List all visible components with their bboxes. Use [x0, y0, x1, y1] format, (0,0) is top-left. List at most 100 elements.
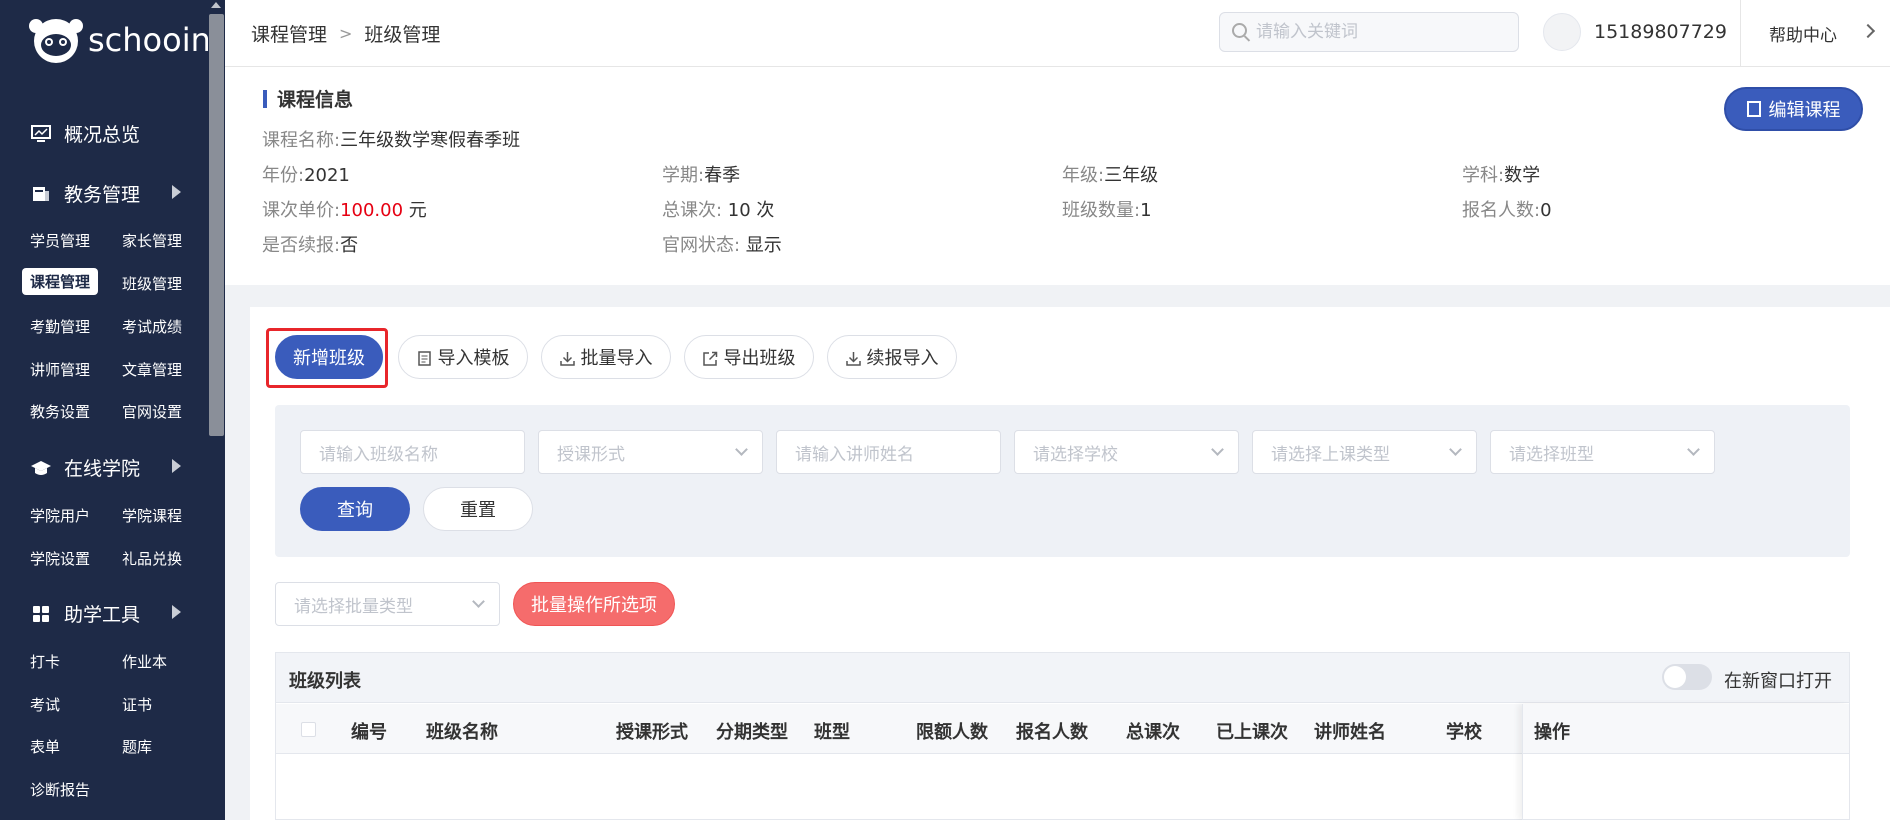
- sidebar-item-articles[interactable]: 文章管理: [114, 356, 190, 383]
- export-class-button[interactable]: 导出班级: [684, 335, 814, 379]
- sidebar-group-label: 教务管理: [64, 184, 141, 206]
- subject-value: 数学: [1504, 165, 1541, 186]
- select-all-checkbox[interactable]: [301, 722, 316, 737]
- sidebar-item-teachers[interactable]: 讲师管理: [22, 356, 98, 383]
- expand-arrow-icon[interactable]: [172, 605, 181, 619]
- external-link-icon: [702, 350, 718, 366]
- col-done-lessons[interactable]: 已上课次: [1216, 718, 1288, 744]
- chevron-right-icon[interactable]: [1860, 23, 1876, 39]
- sidebar-item-parents[interactable]: 家长管理: [114, 227, 190, 254]
- document-icon: [1746, 101, 1761, 117]
- site-status-field: 官网状态: 显示: [662, 231, 782, 257]
- expand-arrow-icon[interactable]: [172, 459, 181, 473]
- col-class-type[interactable]: 班型: [814, 718, 850, 744]
- price-field: 课次单价:100.00 元: [262, 196, 427, 222]
- sidebar-group-tools[interactable]: 助学工具: [30, 600, 140, 627]
- sidebar-group-academic[interactable]: 教务管理: [30, 180, 140, 207]
- col-school[interactable]: 学校: [1446, 718, 1482, 744]
- sidebar-group-label: 助学工具: [64, 604, 141, 626]
- chevron-down-icon: [472, 595, 485, 608]
- sidebar-item-classes[interactable]: 班级管理: [114, 270, 190, 297]
- field-label: 班级数量:: [1062, 200, 1141, 221]
- help-center-link[interactable]: 帮助中心: [1769, 21, 1837, 46]
- sidebar-item-gift-exchange[interactable]: 礼品兑换: [114, 545, 190, 572]
- sidebar-item-site-settings[interactable]: 官网设置: [114, 398, 190, 425]
- lesson-type-select[interactable]: 请选择上课类型: [1252, 430, 1477, 474]
- edit-course-button[interactable]: 编辑课程: [1724, 87, 1863, 131]
- class-name-input[interactable]: 请输入班级名称: [300, 430, 525, 474]
- breadcrumb-item-courses[interactable]: 课程管理: [251, 20, 327, 47]
- sidebar-item-courses[interactable]: 课程管理: [22, 268, 99, 295]
- sidebar-item-diagnosis-report[interactable]: 诊断报告: [22, 776, 98, 803]
- col-class-name[interactable]: 班级名称: [426, 718, 498, 744]
- import-template-label: 导入模板: [437, 348, 510, 369]
- sidebar: schooin 概况总览 教务管理 学员管理 家长管理 课程管理 班级管理 考勤…: [0, 0, 211, 820]
- sidebar-item-homework[interactable]: 作业本: [114, 648, 175, 675]
- export-class-label: 导出班级: [723, 348, 796, 369]
- sidebar-item-students[interactable]: 学员管理: [22, 227, 98, 254]
- sidebar-item-attendance[interactable]: 考勤管理: [22, 313, 98, 340]
- year-field: 年份:2021: [262, 161, 350, 187]
- chevron-down-icon: [1449, 443, 1462, 456]
- chevron-down-icon: [1211, 443, 1224, 456]
- col-teach-form[interactable]: 授课形式: [616, 718, 688, 744]
- col-quota[interactable]: 限额人数: [916, 718, 988, 744]
- breadcrumb-item-classes: 班级管理: [364, 24, 441, 46]
- monkey-logo-icon: [29, 19, 83, 63]
- select-placeholder: 请选择学校: [1033, 444, 1118, 465]
- sidebar-scrollbar-thumb[interactable]: [209, 14, 224, 436]
- filter-panel: [275, 405, 1850, 557]
- batch-import-button[interactable]: 批量导入: [541, 335, 671, 379]
- sidebar-group-overview[interactable]: 概况总览: [30, 120, 140, 147]
- col-teacher[interactable]: 讲师姓名: [1314, 718, 1386, 744]
- class-table: 班级列表 在新窗口打开 编号 班级名称 授课形式 分期类型 班型 限额人数 报名…: [275, 652, 1850, 820]
- renew-import-button[interactable]: 续报导入: [827, 335, 957, 379]
- field-label: 报名人数:: [1462, 200, 1541, 221]
- sidebar-item-question-bank[interactable]: 题库: [114, 733, 160, 760]
- col-installment-type[interactable]: 分期类型: [716, 718, 788, 744]
- sidebar-item-academy-courses[interactable]: 学院课程: [114, 502, 190, 529]
- logo[interactable]: schooin: [28, 14, 211, 66]
- field-label: 学期:: [662, 165, 705, 186]
- batch-type-select[interactable]: 请选择批量类型: [275, 582, 500, 626]
- expand-arrow-icon[interactable]: [172, 185, 181, 199]
- class-type-select[interactable]: 请选择班型: [1490, 430, 1715, 474]
- logo-text: schooin: [88, 21, 211, 59]
- user-phone[interactable]: 15189807729: [1594, 21, 1727, 43]
- sidebar-item-academic-settings[interactable]: 教务设置: [22, 398, 98, 425]
- actions-fixed-column: [1522, 704, 1849, 820]
- highlight-annotation-box: [266, 328, 388, 388]
- col-total-lessons[interactable]: 总课次: [1126, 718, 1180, 744]
- sidebar-group-label: 在线学院: [64, 458, 141, 480]
- breadcrumb: 课程管理 > 班级管理: [251, 20, 440, 47]
- sidebar-item-checkin[interactable]: 打卡: [22, 648, 68, 675]
- sidebar-item-academy-settings[interactable]: 学院设置: [22, 545, 98, 572]
- download-icon: [845, 350, 861, 366]
- batch-apply-button[interactable]: 批量操作所选项: [513, 582, 675, 626]
- course-name-field: 课程名称:三年级数学寒假春季班: [262, 126, 520, 152]
- sidebar-item-certificate[interactable]: 证书: [114, 691, 160, 718]
- sidebar-item-academy-users[interactable]: 学院用户: [22, 502, 98, 529]
- top-header: 课程管理 > 班级管理 15189807729 帮助中心: [225, 0, 1890, 67]
- teach-form-select[interactable]: 授课形式: [538, 430, 763, 474]
- reset-button[interactable]: 重置: [423, 487, 533, 531]
- search-input[interactable]: [1256, 13, 1506, 51]
- import-template-button[interactable]: 导入模板: [398, 335, 528, 379]
- query-button[interactable]: 查询: [300, 487, 410, 531]
- school-select[interactable]: 请选择学校: [1014, 430, 1239, 474]
- class-count-value: 1: [1140, 200, 1152, 221]
- sidebar-item-exam[interactable]: 考试: [22, 691, 68, 718]
- teacher-name-input[interactable]: 请输入讲师姓名: [776, 430, 1001, 474]
- sidebar-item-exam-scores[interactable]: 考试成绩: [114, 313, 190, 340]
- avatar[interactable]: [1543, 13, 1581, 51]
- field-label: 是否续报:: [262, 235, 341, 256]
- search-box[interactable]: [1219, 12, 1519, 52]
- sidebar-item-form[interactable]: 表单: [22, 733, 68, 760]
- scroll-up-arrow-icon[interactable]: [211, 2, 221, 8]
- subject-field: 学科:数学: [1462, 161, 1540, 187]
- col-enrolled[interactable]: 报名人数: [1016, 718, 1088, 744]
- sidebar-group-online-academy[interactable]: 在线学院: [30, 454, 140, 481]
- edit-course-label: 编辑课程: [1768, 100, 1841, 121]
- new-window-toggle[interactable]: [1662, 664, 1712, 690]
- col-id[interactable]: 编号: [351, 718, 387, 744]
